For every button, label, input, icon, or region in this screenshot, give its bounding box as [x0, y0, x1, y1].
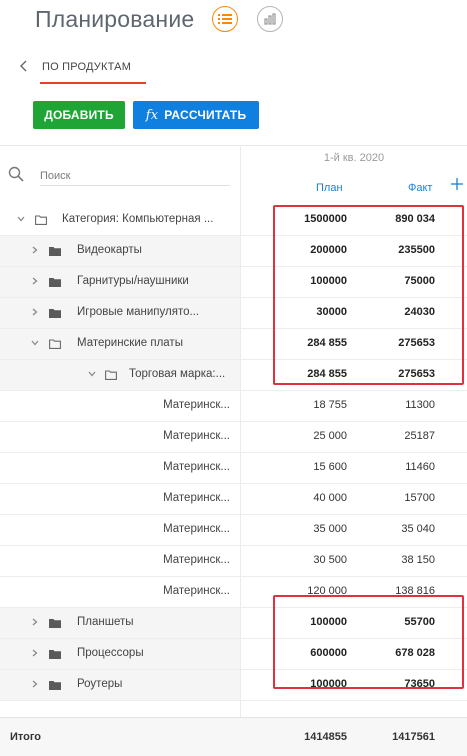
chevron-down-icon[interactable]	[30, 338, 40, 348]
plan-value[interactable]: 18 755	[241, 399, 347, 411]
formula-icon: fx	[145, 107, 159, 123]
bar-chart-icon	[264, 13, 276, 25]
row-name: Материнск...	[163, 523, 230, 535]
row-name: Материнск...	[163, 399, 230, 411]
total-fact-value: 1417561	[392, 731, 435, 743]
fact-value[interactable]: 11460	[347, 461, 435, 473]
fact-value[interactable]: 15700	[347, 492, 435, 504]
calculate-button[interactable]: fx РАССЧИТАТЬ	[133, 101, 259, 129]
folder-icon	[49, 247, 61, 256]
row-name: Видеокарты	[77, 244, 142, 256]
chevron-left-icon[interactable]	[17, 59, 31, 73]
table-row[interactable]: Материнск... 30 500 38 150	[0, 546, 467, 577]
plan-value[interactable]: 40 000	[241, 492, 347, 504]
chevron-down-icon[interactable]	[16, 214, 26, 224]
row-name: Игровые манипулято...	[77, 306, 200, 318]
table-top-border	[0, 145, 467, 146]
folder-icon	[49, 619, 61, 628]
row-name: Материнск...	[163, 492, 230, 504]
total-row: Итого 1414855 1417561	[0, 717, 467, 756]
row-name: Торговая марка:...	[129, 368, 226, 380]
folder-icon	[49, 309, 61, 318]
tab-bar: ПО ПРОДУКТАМ	[0, 52, 467, 88]
fact-column-header[interactable]: Факт	[408, 182, 432, 194]
plan-value[interactable]: 35 000	[241, 523, 347, 535]
row-name: Материнск...	[163, 430, 230, 442]
total-label: Итого	[10, 731, 42, 743]
row-name: Материнск...	[163, 554, 230, 566]
page-header: Планирование	[0, 0, 467, 44]
row-name: Материнск...	[163, 461, 230, 473]
table-row[interactable]: Материнск... 40 000 15700	[0, 484, 467, 515]
chevron-right-icon[interactable]	[30, 648, 40, 658]
row-name: Роутеры	[77, 678, 123, 690]
fact-value[interactable]: 35 040	[347, 523, 435, 535]
row-name: Материнские платы	[77, 337, 183, 349]
add-column-plus-icon[interactable]	[449, 176, 465, 192]
table-row[interactable]: Материнск... 25 000 25187	[0, 422, 467, 453]
chevron-right-icon[interactable]	[30, 307, 40, 317]
row-name: Процессоры	[77, 647, 144, 659]
fact-value[interactable]: 25187	[347, 430, 435, 442]
list-icon	[218, 14, 232, 24]
folder-icon	[49, 278, 61, 287]
chevron-down-icon[interactable]	[87, 369, 97, 379]
chart-view-button[interactable]	[257, 6, 283, 32]
tab-active-indicator	[40, 82, 146, 84]
folder-open-icon	[105, 370, 117, 380]
table-row[interactable]: Материнск... 35 000 35 040	[0, 515, 467, 546]
calculate-button-label: РАССЧИТАТЬ	[164, 108, 247, 122]
plan-value[interactable]: 15 600	[241, 461, 347, 473]
fact-value[interactable]: 11300	[347, 399, 435, 411]
fact-value[interactable]: 38 150	[347, 554, 435, 566]
chevron-right-icon[interactable]	[30, 245, 40, 255]
highlight-frame-top	[273, 205, 464, 385]
page-title: Планирование	[35, 6, 195, 32]
tab-by-products[interactable]: ПО ПРОДУКТАМ	[42, 61, 131, 73]
chevron-right-icon[interactable]	[30, 276, 40, 286]
plan-value[interactable]: 30 500	[241, 554, 347, 566]
plan-value[interactable]: 25 000	[241, 430, 347, 442]
plan-column-header[interactable]: План	[316, 182, 343, 194]
table-row[interactable]: Материнск... 18 755 11300	[0, 391, 467, 422]
chevron-right-icon[interactable]	[30, 679, 40, 689]
list-view-button[interactable]	[212, 6, 238, 32]
highlight-frame-bottom	[273, 595, 464, 689]
total-plan-value: 1414855	[304, 731, 347, 743]
table-row[interactable]: Материнск... 15 600 11460	[0, 453, 467, 484]
add-button-label: ДОБАВИТЬ	[44, 108, 114, 122]
chevron-right-icon[interactable]	[30, 617, 40, 627]
add-button[interactable]: ДОБАВИТЬ	[33, 101, 125, 129]
row-name: Категория: Компьютерная ...	[62, 213, 214, 225]
folder-open-icon	[35, 215, 47, 225]
search-input[interactable]	[40, 166, 230, 186]
folder-open-icon	[49, 339, 61, 349]
search-icon	[8, 166, 24, 182]
row-name: Планшеты	[77, 616, 134, 628]
row-name: Гарнитуры/наушники	[77, 275, 189, 287]
folder-icon	[49, 650, 61, 659]
folder-icon	[49, 681, 61, 690]
row-name: Материнск...	[163, 585, 230, 597]
period-header: 1-й кв. 2020	[323, 152, 385, 164]
